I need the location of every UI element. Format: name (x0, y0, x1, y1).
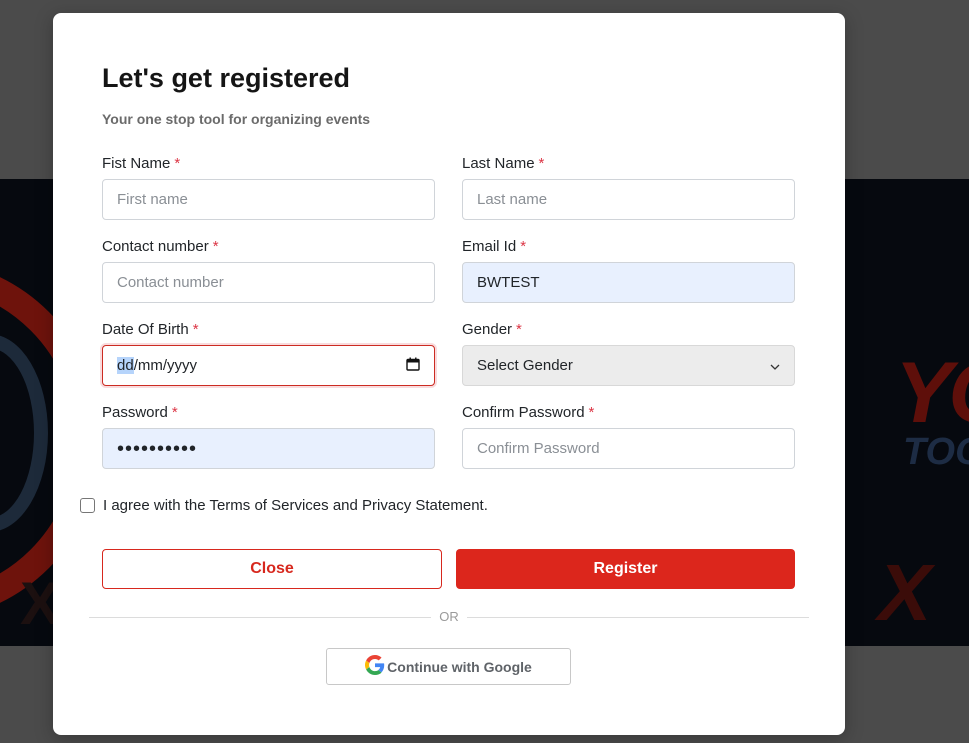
google-icon (365, 655, 387, 678)
terms-label[interactable]: I agree with the Terms of Services and P… (103, 497, 488, 514)
email-input[interactable] (462, 262, 795, 303)
required-mark: * (520, 238, 527, 255)
dob-value: dd/mm/yyyy (117, 357, 197, 374)
background-logo-subword: TOO (903, 431, 969, 473)
required-mark: * (171, 404, 178, 421)
modal-title: Let's get registered (102, 63, 350, 93)
password-label: Password * (102, 404, 178, 421)
required-mark: * (516, 321, 522, 338)
first-name-input[interactable] (102, 179, 435, 220)
contact-number-group: Contact number * (102, 238, 435, 303)
modal-subtitle: Your one stop tool for organizing events (102, 111, 371, 127)
confirm-password-label: Confirm Password * (462, 404, 595, 421)
last-name-group: Last Name * (462, 155, 795, 220)
required-mark: * (174, 155, 181, 172)
dob-day-segment: dd (117, 357, 134, 374)
first-name-label: Fist Name * (102, 155, 181, 172)
register-button[interactable]: Register (456, 549, 795, 589)
confirm-password-input[interactable] (462, 428, 795, 469)
calendar-icon[interactable] (406, 357, 420, 375)
gender-selected-value: Select Gender (477, 357, 573, 374)
google-signin-button[interactable]: Continue with Google (326, 648, 571, 685)
background-logo-word: YO (895, 345, 969, 441)
gender-group: Gender * Select Gender (462, 321, 795, 386)
password-input[interactable]: •••••••••• (102, 428, 435, 469)
email-group: Email Id * (462, 238, 795, 303)
required-mark: * (212, 238, 219, 255)
terms-agreement: I agree with the Terms of Services and P… (80, 497, 488, 514)
or-label: OR (431, 609, 467, 624)
dob-group: Date Of Birth * dd/mm/yyyy (102, 321, 435, 386)
dob-rest-segment: /mm/yyyy (133, 357, 198, 374)
registration-modal: Let's get registered Your one stop tool … (53, 13, 845, 735)
contact-number-input[interactable] (102, 262, 435, 303)
required-mark: * (192, 321, 199, 338)
required-mark: * (588, 404, 595, 421)
google-button-label: Continue with Google (387, 658, 532, 675)
last-name-label: Last Name * (462, 155, 545, 172)
gender-label: Gender * (462, 321, 522, 338)
dob-label: Date Of Birth * (102, 321, 199, 338)
password-group: Password * •••••••••• (102, 404, 435, 469)
close-button[interactable]: Close (102, 549, 442, 589)
required-mark: * (538, 155, 545, 172)
email-label: Email Id * (462, 238, 527, 255)
confirm-password-group: Confirm Password * (462, 404, 795, 469)
first-name-group: Fist Name * (102, 155, 435, 220)
gender-select[interactable]: Select Gender (462, 345, 795, 386)
terms-checkbox[interactable] (80, 498, 95, 513)
last-name-input[interactable] (462, 179, 795, 220)
background-letter: X (878, 548, 932, 637)
contact-number-label: Contact number * (102, 238, 219, 255)
dob-input[interactable]: dd/mm/yyyy (102, 345, 435, 386)
chevron-down-icon (770, 357, 780, 374)
